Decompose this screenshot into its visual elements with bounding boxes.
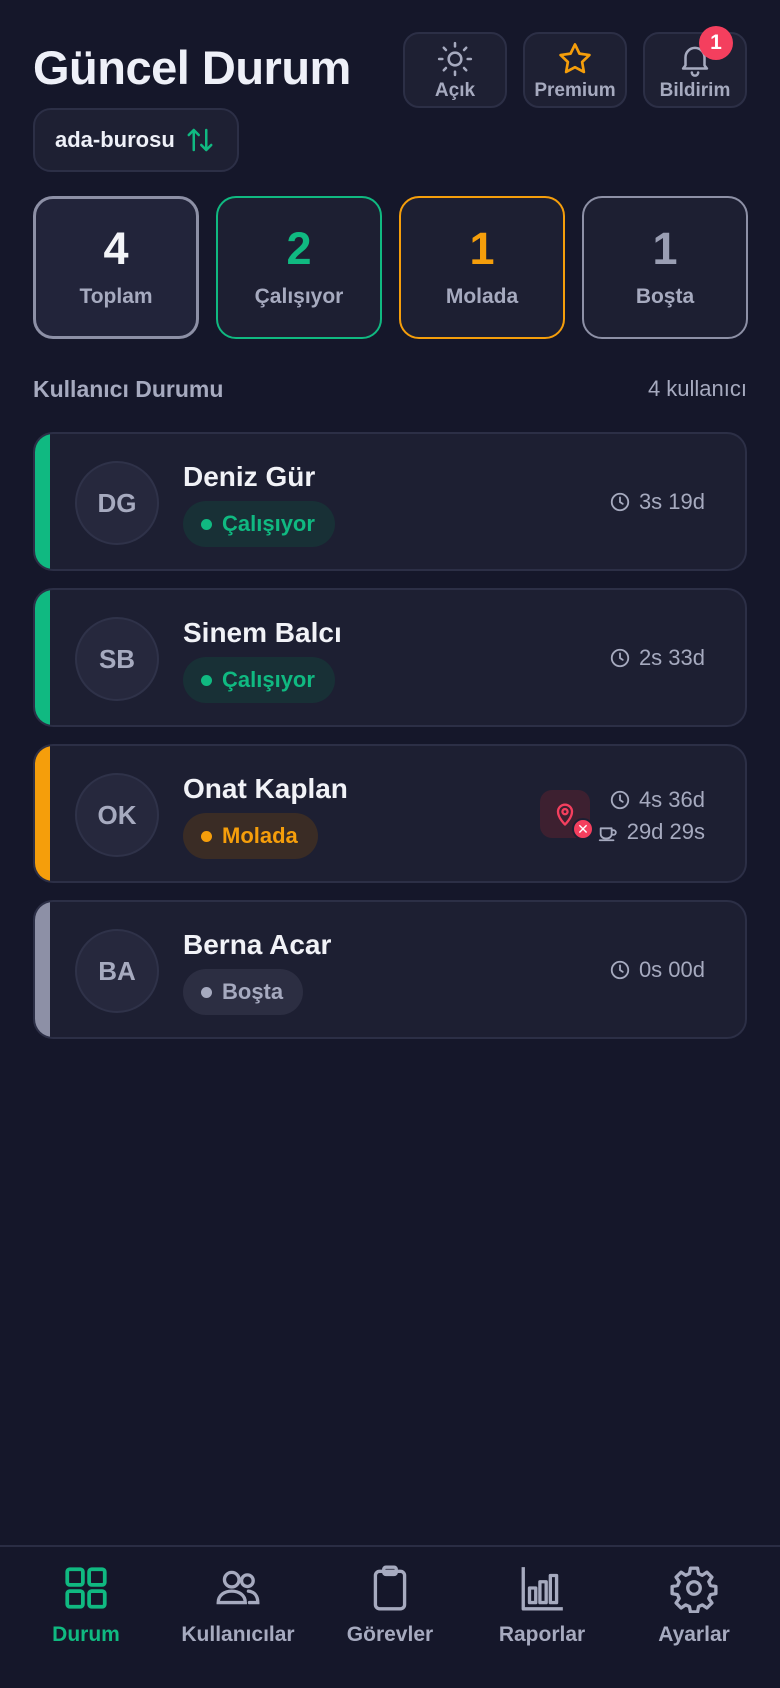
break-time-value: 29d 29s <box>626 819 705 844</box>
status-dot <box>201 674 212 686</box>
avatar: DG <box>75 461 159 545</box>
stat-break-value: 1 <box>469 223 495 274</box>
premium-label: Premium <box>534 80 616 101</box>
stat-working-value: 2 <box>286 223 312 274</box>
status-summary: 4 Toplam 2 Çalışıyor 1 Molada 1 Boşta <box>33 196 748 339</box>
work-time: 3s 19d <box>609 489 705 515</box>
user-card[interactable]: DG Deniz Gür Çalışıyor 3s 19d <box>33 432 747 571</box>
users-icon <box>216 1570 260 1605</box>
theme-label: Açık <box>434 80 476 101</box>
bar-chart-icon <box>521 1567 563 1611</box>
status-label: Molada <box>222 823 298 848</box>
clipboard-icon <box>373 1565 407 1611</box>
stat-break-label: Molada <box>445 285 519 308</box>
work-time-value: 0s 00d <box>638 957 705 982</box>
section-title: Kullanıcı Durumu <box>33 376 224 402</box>
stat-total-label: Toplam <box>79 285 153 308</box>
notifications-label: Bildirim <box>659 80 731 101</box>
user-name: Deniz Gür <box>183 461 316 492</box>
status-dot <box>201 986 212 998</box>
tab-raporlar[interactable]: Raporlar <box>467 1547 617 1688</box>
tab-kullanicilar[interactable]: Kullanıcılar <box>163 1547 313 1688</box>
bottom-tab-bar: Durum Kullanıcılar Görevler Raporlar Aya… <box>0 1545 780 1688</box>
sun-icon <box>437 41 473 77</box>
status-badge: Çalışıyor <box>183 501 335 547</box>
tab-ayarlar[interactable]: Ayarlar <box>619 1547 769 1688</box>
user-card[interactable]: SB Sinem Balcı Çalışıyor 2s 33d <box>33 588 747 727</box>
clock-icon <box>610 492 630 512</box>
stat-break[interactable]: 1 Molada <box>399 196 565 339</box>
notifications-button[interactable]: Bildirim 1 <box>643 26 747 108</box>
stat-working[interactable]: 2 Çalışıyor <box>216 196 382 339</box>
avatar: OK <box>75 773 159 857</box>
tab-gorevler[interactable]: Görevler <box>315 1547 465 1688</box>
user-card[interactable]: BA Berna Acar Boşta 0s 00d <box>33 900 747 1039</box>
status-label: Çalışıyor <box>222 511 315 536</box>
stat-total-value: 4 <box>103 223 129 274</box>
clock-icon <box>610 790 630 810</box>
header-actions: Açık Premium Bildirim 1 <box>403 26 747 108</box>
stat-total[interactable]: 4 Toplam <box>33 196 199 339</box>
status-label: Çalışıyor <box>222 667 315 692</box>
theme-toggle-button[interactable]: Açık <box>403 32 507 108</box>
status-stripe <box>35 746 50 881</box>
avatar: BA <box>75 929 159 1013</box>
coffee-icon <box>598 827 617 842</box>
work-time: 0s 00d <box>609 957 705 983</box>
user-name: Onat Kaplan <box>183 773 348 804</box>
status-stripe <box>35 902 50 1037</box>
stat-idle[interactable]: 1 Boşta <box>582 196 748 339</box>
avatar: SB <box>75 617 159 701</box>
status-badge: Çalışıyor <box>183 657 335 703</box>
stat-idle-value: 1 <box>652 223 678 274</box>
notification-badge: 1 <box>699 26 733 60</box>
page-title: Güncel Durum <box>33 41 351 94</box>
status-badge: Boşta <box>183 969 304 1015</box>
tab-label: Ayarlar <box>658 1623 730 1646</box>
status-dot <box>201 830 212 842</box>
location-warning[interactable]: ✕ <box>540 790 594 840</box>
user-list: DG Deniz Gür Çalışıyor 3s 19d SB Sinem B… <box>33 432 747 1056</box>
status-stripe <box>35 590 50 725</box>
user-count: 4 kullanıcı <box>647 376 747 401</box>
gear-icon <box>670 1566 718 1613</box>
workspace-name: ada-burosu <box>55 127 175 152</box>
status-label: Boşta <box>222 979 284 1004</box>
tab-label: Kullanıcılar <box>181 1623 295 1646</box>
tab-label: Raporlar <box>498 1623 586 1646</box>
grid-icon <box>65 1567 107 1609</box>
stat-working-label: Çalışıyor <box>254 285 344 308</box>
star-icon <box>559 43 591 74</box>
user-name: Berna Acar <box>183 929 332 960</box>
clock-icon <box>610 648 630 668</box>
user-card[interactable]: OK Onat Kaplan Molada ✕ 4s 36d 29d 29s <box>33 744 747 883</box>
clock-icon <box>610 960 630 980</box>
header: Güncel Durum Açık Premium Bildirim 1 <box>33 26 747 110</box>
work-time: 4s 36d <box>609 787 705 813</box>
work-time-value: 2s 33d <box>638 645 705 670</box>
status-stripe <box>35 434 50 569</box>
tab-durum[interactable]: Durum <box>11 1547 161 1688</box>
premium-button[interactable]: Premium <box>523 32 627 108</box>
work-time-value: 4s 36d <box>638 787 705 812</box>
status-dot <box>201 518 212 530</box>
workspace-switcher[interactable]: ada-burosu <box>33 108 239 172</box>
close-icon: ✕ <box>572 818 594 840</box>
tab-label: Durum <box>52 1623 120 1646</box>
user-name: Sinem Balcı <box>183 617 342 648</box>
break-time: 29d 29s <box>597 819 705 845</box>
tab-label: Görevler <box>346 1623 434 1646</box>
stat-idle-label: Boşta <box>635 285 695 308</box>
status-badge: Molada <box>183 813 318 859</box>
work-time-value: 3s 19d <box>638 489 705 514</box>
swap-icon <box>187 128 213 152</box>
work-time: 2s 33d <box>609 645 705 671</box>
